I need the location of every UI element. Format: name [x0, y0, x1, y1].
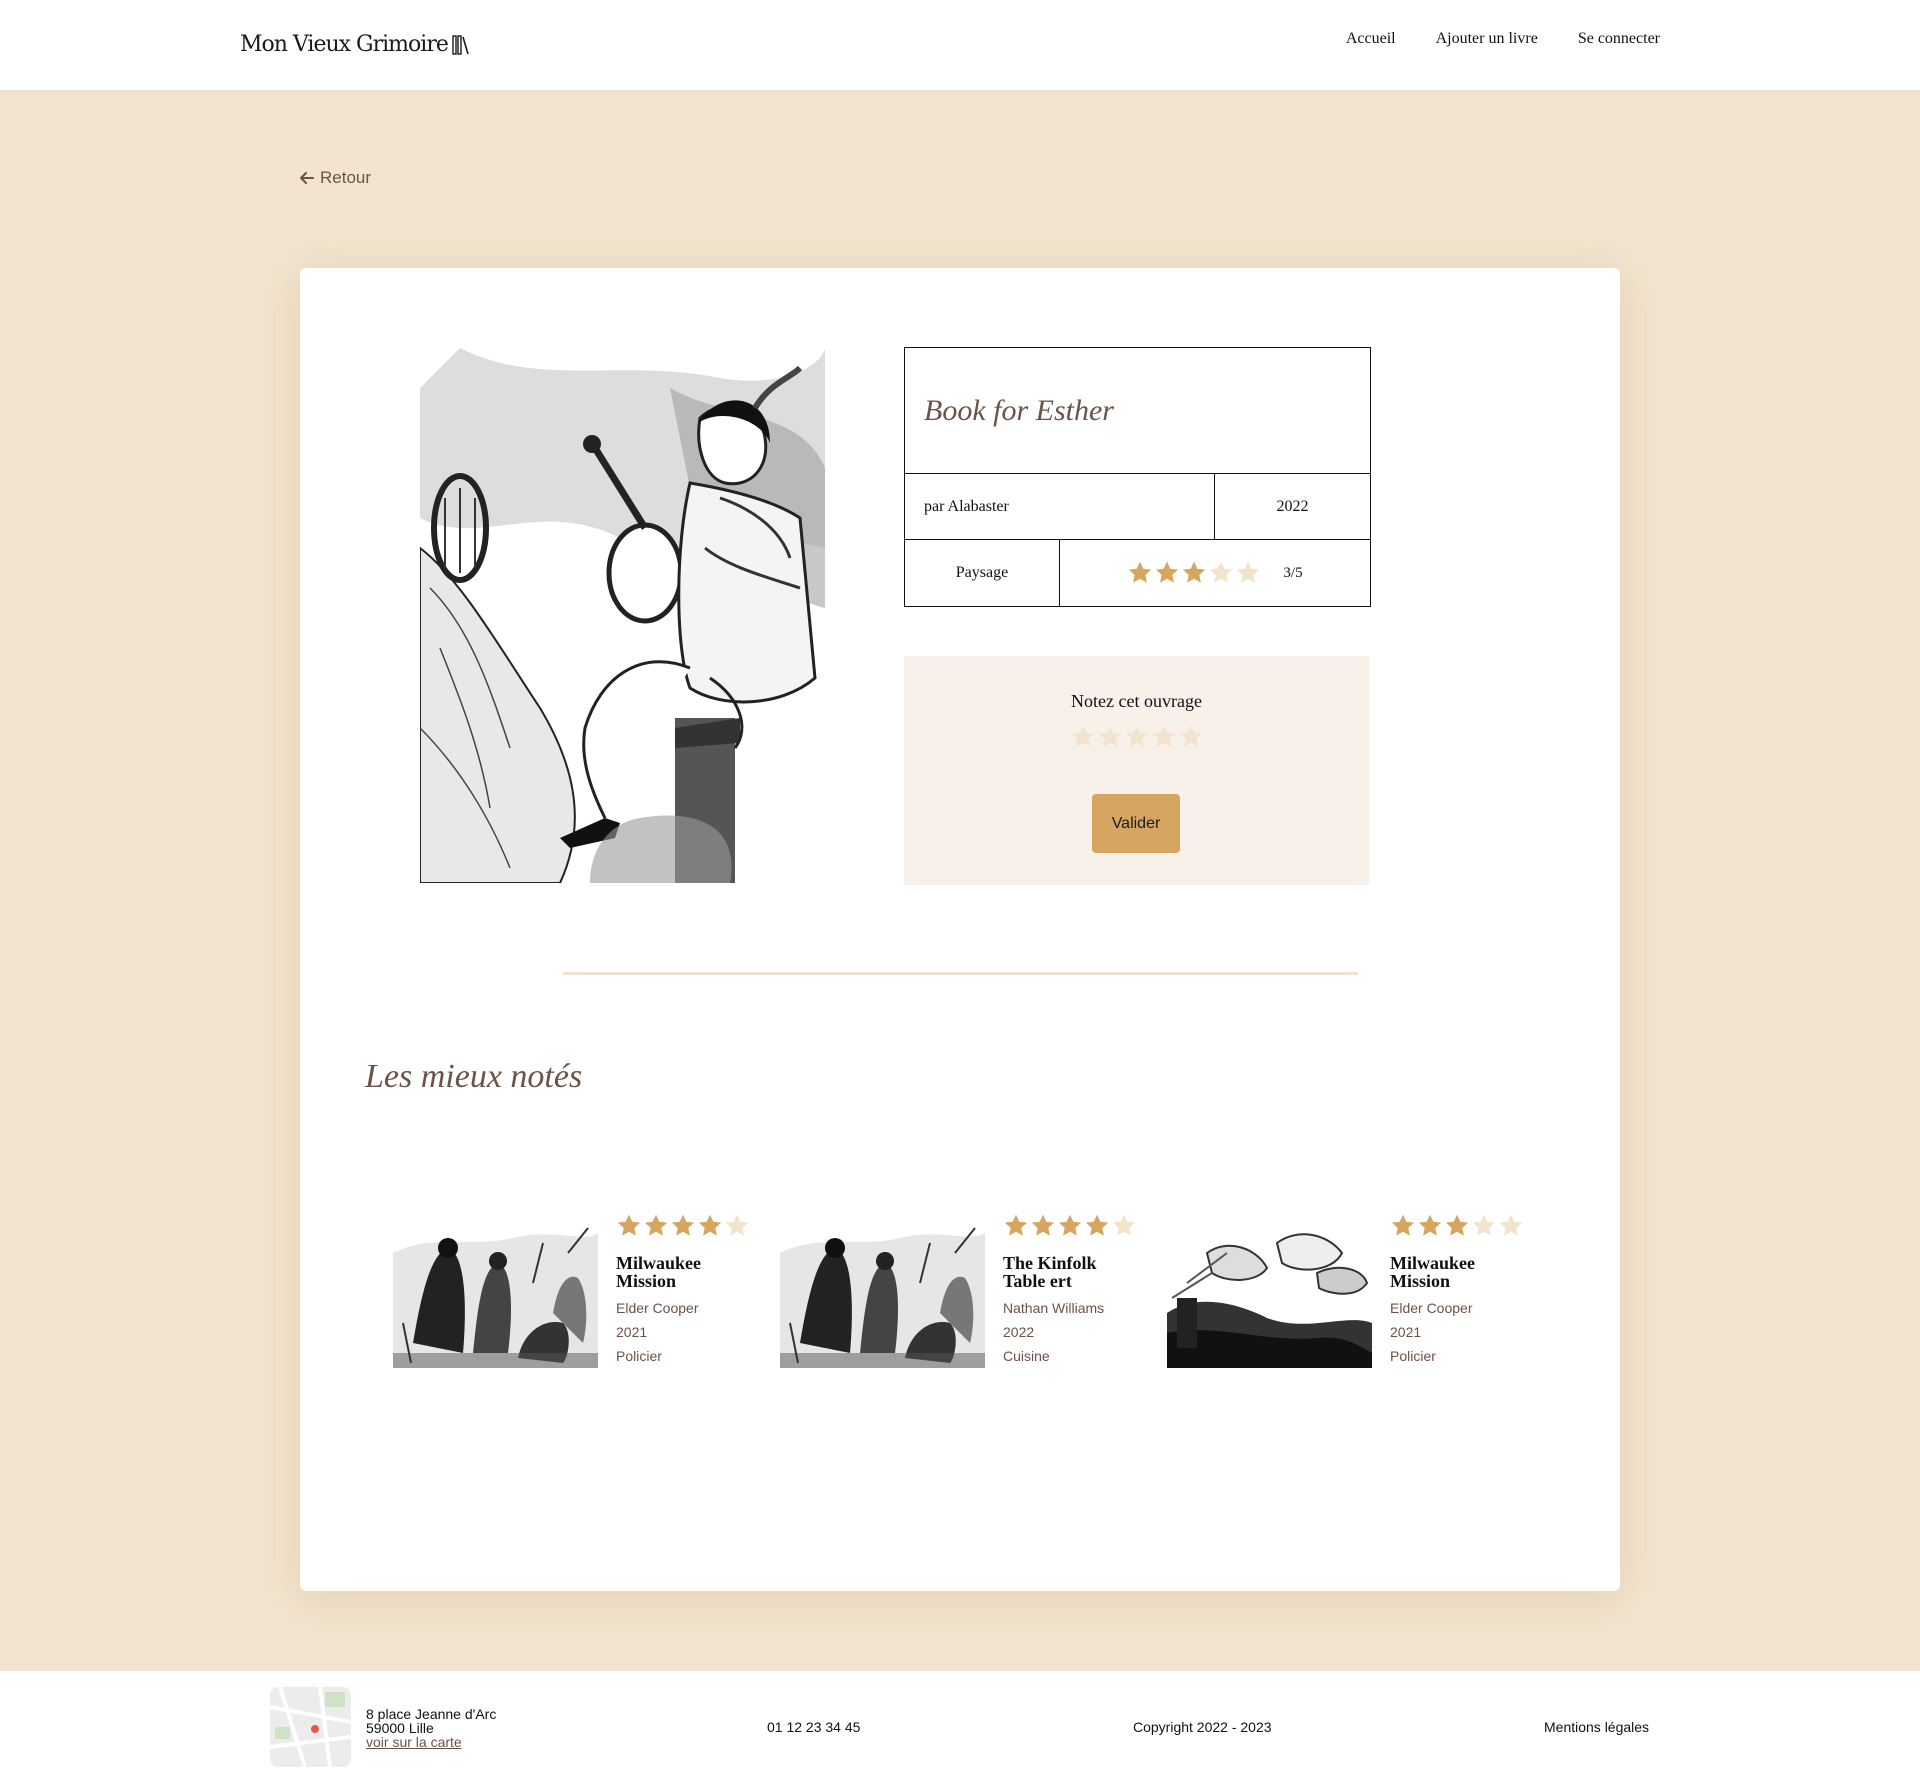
top-book-year: 2021: [1390, 1324, 1422, 1340]
rate-stars-input[interactable]: [904, 724, 1369, 750]
star-icon: [617, 1214, 641, 1236]
info-row-author-year: par Alabaster 2022: [905, 474, 1370, 540]
top-book-year: 2022: [1003, 1324, 1035, 1340]
top-book-image: [393, 1223, 598, 1368]
top-book-card[interactable]: Milwaukee Mission Elder Cooper 2021 Poli…: [1167, 1213, 1527, 1368]
star-icon: [698, 1214, 722, 1236]
top-book-stars: [616, 1213, 750, 1239]
star-icon[interactable]: [1070, 724, 1096, 750]
top-book-image: [1167, 1223, 1372, 1368]
top-book-author: Nathan Williams: [1003, 1300, 1105, 1316]
top-book-author: Elder Cooper: [1390, 1300, 1473, 1316]
star-icon: [1210, 561, 1233, 583]
rate-title: Notez cet ouvrage: [1071, 691, 1202, 711]
star-icon: [1129, 561, 1152, 583]
book-card: Book for Esther par Alabaster 2022 Paysa…: [300, 268, 1620, 1591]
star-icon[interactable]: [1178, 724, 1204, 750]
book-cover-image: [420, 348, 825, 883]
star-icon[interactable]: [1097, 724, 1123, 750]
legal-link[interactable]: Mentions légales: [1544, 1719, 1649, 1735]
back-label[interactable]: Retour: [320, 168, 371, 188]
book-year: 2022: [1276, 497, 1309, 515]
map-thumbnail[interactable]: [270, 1687, 351, 1767]
star-icon: [1004, 1214, 1028, 1236]
rating-label: 3/5: [1283, 564, 1303, 581]
star-icon: [671, 1214, 695, 1236]
map-link[interactable]: voir sur la carte: [366, 1734, 462, 1750]
star-icon: [1237, 561, 1260, 583]
info-row-genre-rating: Paysage 3/5: [905, 540, 1370, 606]
star-icon: [1445, 1214, 1469, 1236]
top-book-title: The Kinfolk Table ert: [1003, 1253, 1097, 1291]
book-genre: Paysage: [905, 540, 1060, 606]
star-icon: [1418, 1214, 1442, 1236]
book-title: Book for Esther: [905, 348, 1370, 474]
top-book-stars: [1390, 1213, 1524, 1239]
nav-ajouter-livre[interactable]: Ajouter un livre: [1436, 30, 1538, 48]
star-icon[interactable]: [1151, 724, 1177, 750]
top-book-stars: [1003, 1213, 1137, 1239]
top-rated-title: Les mieux notés: [365, 1058, 583, 1095]
phone-number: 01 12 23 34 45: [767, 1719, 861, 1735]
star-icon: [725, 1214, 749, 1236]
star-icon: [1499, 1214, 1523, 1236]
back-link[interactable]: Retour: [299, 168, 371, 188]
address: 8 place Jeanne d'Arc 59000 Lille voir su…: [366, 1707, 496, 1749]
books-icon: [452, 34, 469, 55]
star-icon: [644, 1214, 668, 1236]
top-book-genre: Policier: [1390, 1348, 1436, 1364]
site-footer: 8 place Jeanne d'Arc 59000 Lille voir su…: [0, 1671, 1920, 1783]
arrow-left-icon: [300, 172, 314, 184]
logo[interactable]: Mon Vieux Grimoire: [240, 32, 470, 57]
star-icon: [1391, 1214, 1415, 1236]
star-icon: [1031, 1214, 1055, 1236]
main-nav: Accueil Ajouter un livre Se connecter: [1346, 30, 1660, 48]
top-book-card[interactable]: The Kinfolk Table ert Nathan Williams 20…: [780, 1213, 1140, 1368]
star-icon: [1058, 1214, 1082, 1236]
top-book-author: Elder Cooper: [616, 1300, 699, 1316]
copyright: Copyright 2022 - 2023: [1133, 1719, 1272, 1735]
book-info-table: Book for Esther par Alabaster 2022 Paysa…: [904, 347, 1371, 607]
top-book-year: 2021: [616, 1324, 648, 1340]
average-rating-stars: [1127, 560, 1261, 586]
top-book-genre: Cuisine: [1003, 1348, 1050, 1364]
address-line-1: 8 place Jeanne d'Arc: [366, 1706, 497, 1722]
star-icon: [1183, 561, 1206, 583]
book-rating: 3/5: [1060, 540, 1370, 606]
nav-se-connecter[interactable]: Se connecter: [1578, 30, 1660, 48]
valider-button[interactable]: Valider: [1092, 794, 1180, 853]
address-line-2: 59000 Lille: [366, 1720, 434, 1736]
top-book-image: [780, 1223, 985, 1368]
top-book-title: Milwaukee Mission: [616, 1253, 701, 1291]
section-divider: [563, 972, 1358, 975]
book-author: par Alabaster: [905, 474, 1215, 539]
star-icon: [1112, 1214, 1136, 1236]
rate-panel: Notez cet ouvrage Valider: [904, 656, 1369, 885]
top-book-title: Milwaukee Mission: [1390, 1253, 1475, 1291]
top-book-card[interactable]: Milwaukee Mission Elder Cooper 2021 Poli…: [393, 1213, 753, 1368]
star-icon[interactable]: [1124, 724, 1150, 750]
nav-accueil[interactable]: Accueil: [1346, 30, 1396, 48]
top-book-genre: Policier: [616, 1348, 662, 1364]
star-icon: [1472, 1214, 1496, 1236]
star-icon: [1156, 561, 1179, 583]
star-icon: [1085, 1214, 1109, 1236]
site-header: Mon Vieux Grimoire Accueil Ajouter un li…: [0, 0, 1920, 90]
logo-text[interactable]: Mon Vieux Grimoire: [240, 32, 449, 57]
